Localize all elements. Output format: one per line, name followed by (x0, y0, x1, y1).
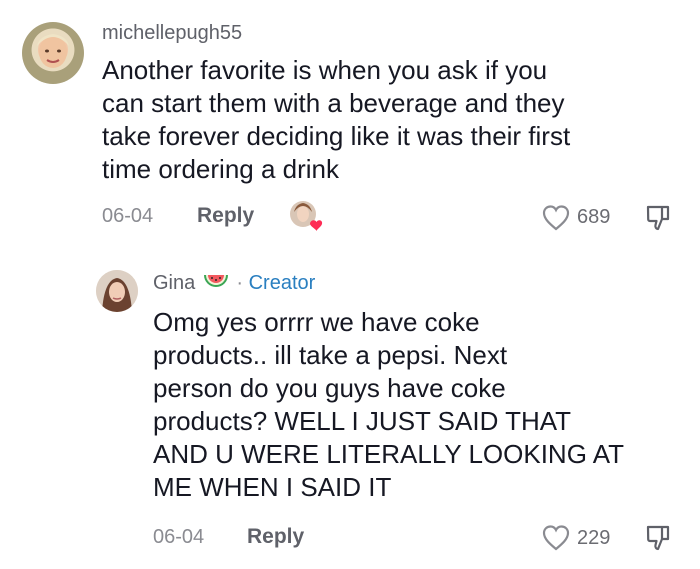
like-count: 229 (577, 527, 611, 549)
comment-2: Gina · Creator Omg yes orrrr we have cok… (0, 250, 700, 569)
username[interactable]: michellepugh55 (102, 22, 242, 45)
avatar-photo (96, 270, 138, 312)
heart-outline-icon[interactable] (541, 524, 571, 552)
like-count: 689 (577, 206, 611, 228)
comment-text: Another favorite is when you ask if you … (102, 54, 682, 186)
comment-text: Omg yes orrrr we have coke products.. il… (153, 306, 683, 504)
comment-date: 06-04 (102, 205, 154, 227)
comment-line: AND U WERE LITERALLY LOOKING AT (153, 439, 625, 469)
avatar-photo (37, 34, 69, 68)
username-row: Gina · Creator (153, 272, 315, 295)
creator-liked-avatar-icon (290, 201, 323, 231)
thumbs-down-icon[interactable] (644, 203, 674, 233)
creator-badge: Creator (248, 272, 316, 294)
watermelon-emoji-icon (201, 273, 231, 291)
creator-liked-badge (289, 200, 323, 232)
comment-date: 06-04 (153, 526, 205, 548)
comment-line: Another favorite is when you ask if you (102, 55, 548, 85)
username[interactable]: Gina (153, 272, 195, 294)
reply-button[interactable]: Reply (197, 204, 254, 228)
separator-dot: · (236, 272, 244, 294)
avatar[interactable] (96, 270, 138, 312)
reply-button[interactable]: Reply (247, 525, 304, 549)
comment-line: Omg yes orrrr we have coke (153, 307, 480, 337)
comment-line: products.. ill take a pepsi. Next (153, 340, 508, 370)
comment-line: person do you guys have coke (153, 373, 506, 403)
comment-line: take forever deciding like it was their … (102, 121, 571, 151)
comment-line: ME WHEN I SAID IT (153, 472, 392, 502)
comment-1: michellepugh55 Another favorite is when … (0, 0, 700, 250)
avatar[interactable] (22, 22, 84, 84)
comment-line: products? WELL I JUST SAID THAT (153, 406, 572, 436)
heart-outline-icon[interactable] (541, 204, 571, 232)
thumbs-down-icon[interactable] (644, 523, 674, 553)
comment-line: can start them with a beverage and they (102, 88, 565, 118)
comment-line: time ordering a drink (102, 154, 339, 184)
